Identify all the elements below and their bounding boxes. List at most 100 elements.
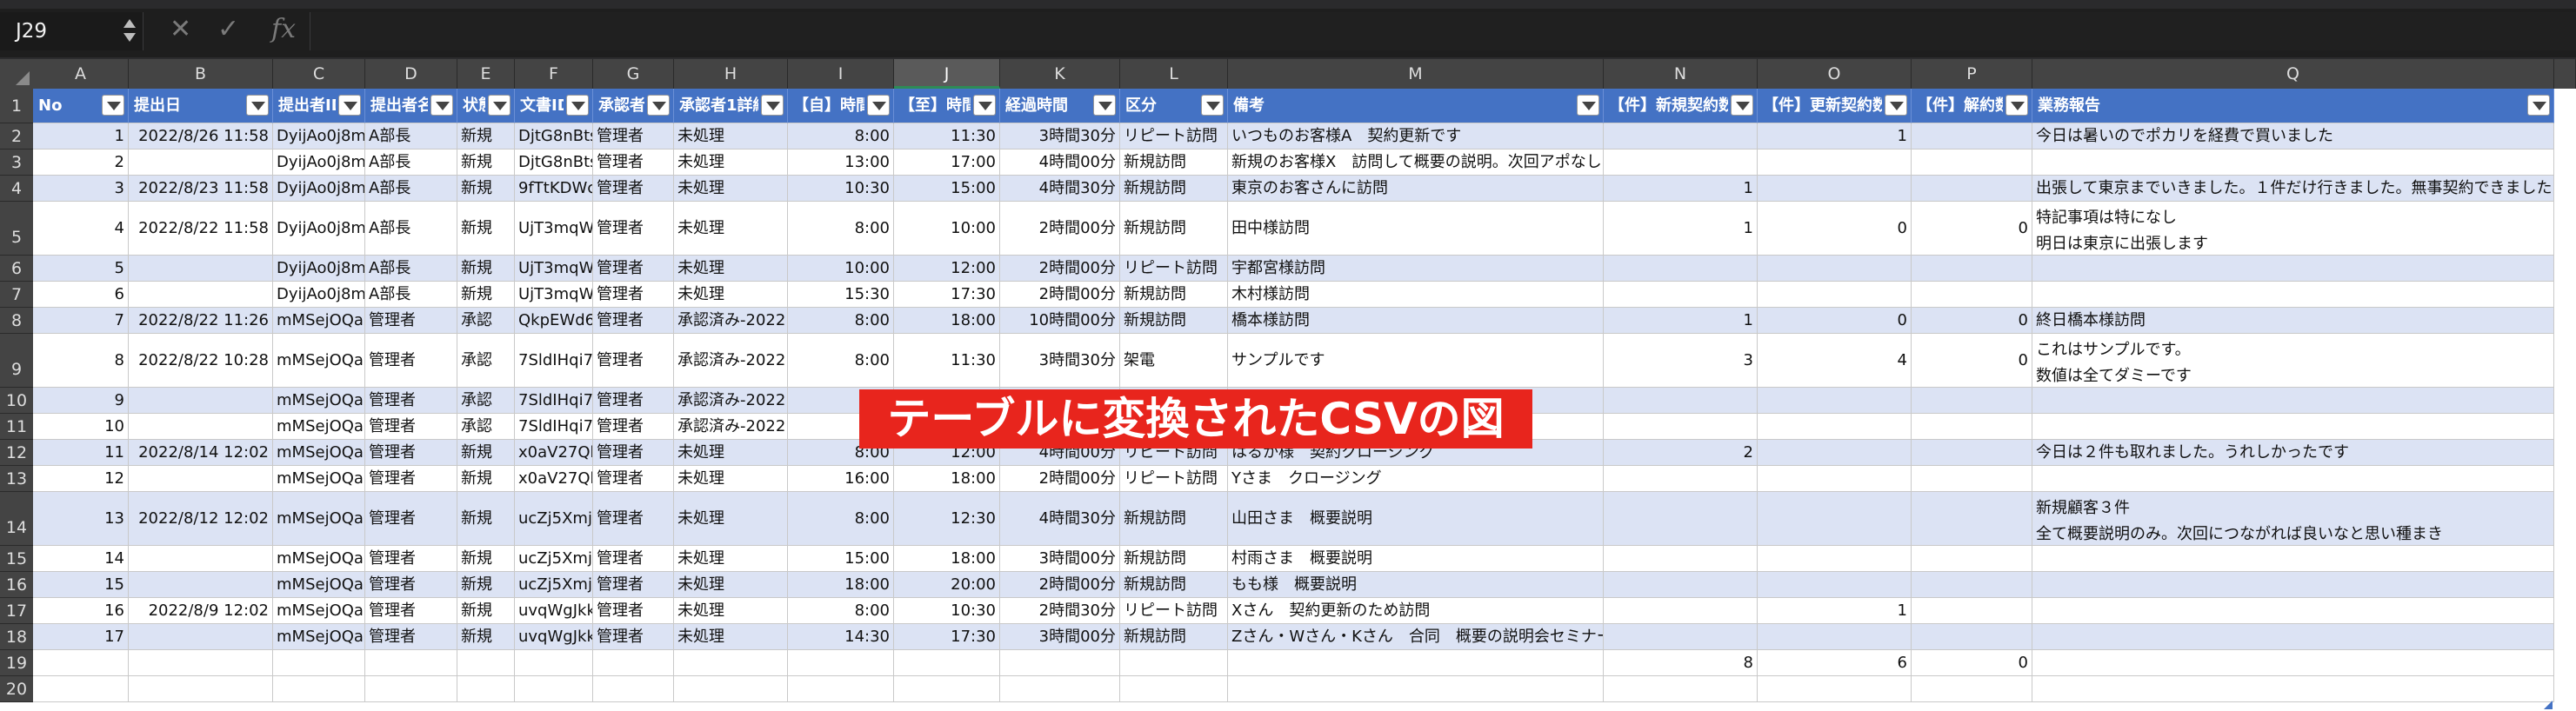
- total-cell[interactable]: [593, 650, 674, 676]
- table-cell[interactable]: UjT3mqW: [515, 256, 593, 282]
- table-cell[interactable]: 9fTtKDWc: [515, 176, 593, 202]
- table-cell[interactable]: 管理者: [593, 202, 674, 256]
- table-cell[interactable]: DyijAo0j8mI: [273, 123, 365, 150]
- table-cell[interactable]: 管理者: [593, 440, 674, 466]
- table-cell[interactable]: [129, 572, 273, 598]
- table-cell[interactable]: 4: [33, 202, 129, 256]
- total-cell[interactable]: [273, 650, 365, 676]
- table-cell[interactable]: 管理者: [365, 492, 457, 546]
- table-cell[interactable]: 承認済み-2022.: [674, 388, 788, 414]
- table-cell[interactable]: 1: [1758, 598, 1912, 624]
- table-cell[interactable]: 未処理: [674, 492, 788, 546]
- table-cell[interactable]: 管理者: [365, 334, 457, 388]
- table-cell[interactable]: [1912, 123, 2032, 150]
- row-header-6[interactable]: 6: [0, 256, 33, 282]
- table-header-cell[interactable]: No: [33, 89, 129, 123]
- table-cell[interactable]: 未処理: [674, 282, 788, 308]
- table-cell[interactable]: 18:00: [894, 546, 1000, 572]
- empty-cell[interactable]: [273, 676, 365, 702]
- row-header-2[interactable]: 2: [0, 123, 33, 150]
- table-cell[interactable]: 17: [33, 624, 129, 650]
- table-header-cell[interactable]: 区分: [1120, 89, 1228, 123]
- table-cell[interactable]: 新規訪問: [1120, 492, 1228, 546]
- table-cell[interactable]: 11:30: [894, 123, 1000, 150]
- table-cell[interactable]: 管理者: [593, 492, 674, 546]
- table-header-cell[interactable]: 文書ID: [515, 89, 593, 123]
- table-cell[interactable]: リピート訪問: [1120, 256, 1228, 282]
- filter-dropdown-icon[interactable]: [246, 95, 269, 116]
- table-cell[interactable]: A部長: [365, 176, 457, 202]
- table-cell[interactable]: [1758, 282, 1912, 308]
- table-cell[interactable]: [129, 466, 273, 492]
- spreadsheet-grid[interactable]: A B C D E F G H I J K L M N O P Q 1 2 3 4 5 6 7 8 9 10 11 12 13 14 15 16…: [0, 59, 2576, 711]
- table-cell[interactable]: 2022/8/23 11:58: [129, 176, 273, 202]
- column-header-P[interactable]: P: [1912, 59, 2032, 89]
- select-all-corner[interactable]: [0, 59, 33, 89]
- table-header-cell[interactable]: 【件】新規契約数: [1604, 89, 1758, 123]
- table-cell[interactable]: A部長: [365, 123, 457, 150]
- table-cell[interactable]: 11:30: [894, 334, 1000, 388]
- table-cell[interactable]: 8:00: [788, 598, 894, 624]
- table-cell[interactable]: 2: [33, 150, 129, 176]
- row-header-9[interactable]: 9: [0, 334, 33, 388]
- table-header-cell[interactable]: 備考: [1228, 89, 1604, 123]
- total-cell[interactable]: [894, 650, 1000, 676]
- table-cell[interactable]: 17:00: [894, 150, 1000, 176]
- table-cell[interactable]: 2: [1604, 440, 1758, 466]
- table-cell[interactable]: 7SldIHqi7: [515, 388, 593, 414]
- table-cell[interactable]: 新規: [457, 202, 515, 256]
- column-header-E[interactable]: E: [457, 59, 515, 89]
- table-cell[interactable]: [1912, 492, 2032, 546]
- table-cell[interactable]: 承認済み-2022.: [674, 308, 788, 334]
- table-cell[interactable]: [2032, 256, 2554, 282]
- table-cell[interactable]: 1: [1604, 176, 1758, 202]
- table-cell[interactable]: 17:30: [894, 282, 1000, 308]
- table-cell[interactable]: [1604, 388, 1758, 414]
- table-cell[interactable]: 管理者: [593, 176, 674, 202]
- table-cell[interactable]: 新規: [457, 176, 515, 202]
- empty-cell[interactable]: [365, 676, 457, 702]
- table-cell[interactable]: 新規顧客３件 全て概要説明のみ。次回につながれば良いなと思い種まき: [2032, 492, 2554, 546]
- table-cell[interactable]: 2時間00分: [1000, 282, 1120, 308]
- table-cell[interactable]: 12: [33, 466, 129, 492]
- table-cell[interactable]: 管理者: [593, 150, 674, 176]
- table-cell[interactable]: DyijAo0j8mI: [273, 202, 365, 256]
- table-cell[interactable]: 8:00: [788, 308, 894, 334]
- filter-dropdown-icon[interactable]: [761, 95, 784, 116]
- total-cell[interactable]: [1120, 650, 1228, 676]
- filter-dropdown-icon[interactable]: [338, 95, 361, 116]
- table-cell[interactable]: 新規: [457, 572, 515, 598]
- table-cell[interactable]: 10:00: [788, 256, 894, 282]
- table-cell[interactable]: DyijAo0j8mI: [273, 176, 365, 202]
- row-header-13[interactable]: 13: [0, 466, 33, 492]
- empty-cell[interactable]: [593, 676, 674, 702]
- empty-cell[interactable]: [129, 676, 273, 702]
- filter-dropdown-icon[interactable]: [867, 95, 890, 116]
- table-cell[interactable]: mMSejOQa: [273, 598, 365, 624]
- table-cell[interactable]: 2時間00分: [1000, 202, 1120, 256]
- table-cell[interactable]: 出張して東京までいきました。１件だけ行きました。無事契約できました: [2032, 176, 2554, 202]
- empty-cell[interactable]: [1604, 676, 1758, 702]
- table-cell[interactable]: 4: [1758, 334, 1912, 388]
- table-cell[interactable]: 未処理: [674, 176, 788, 202]
- table-cell[interactable]: 1: [1604, 202, 1758, 256]
- table-cell[interactable]: 15:00: [788, 546, 894, 572]
- table-cell[interactable]: 橋本様訪問: [1228, 308, 1604, 334]
- filter-dropdown-icon[interactable]: [1577, 95, 1599, 116]
- table-cell[interactable]: DyijAo0j8mI: [273, 282, 365, 308]
- table-cell[interactable]: 承認済み-2022.: [674, 334, 788, 388]
- column-header-K[interactable]: K: [1000, 59, 1120, 89]
- table-cell[interactable]: 13:00: [788, 150, 894, 176]
- row-header-8[interactable]: 8: [0, 308, 33, 334]
- table-cell[interactable]: [1912, 624, 2032, 650]
- table-cell[interactable]: 8:00: [788, 123, 894, 150]
- table-cell[interactable]: [1758, 414, 1912, 440]
- table-cell[interactable]: 2022/8/14 12:02: [129, 440, 273, 466]
- row-header-11[interactable]: 11: [0, 414, 33, 440]
- table-cell[interactable]: 15: [33, 572, 129, 598]
- table-cell[interactable]: 7SldIHqi7: [515, 334, 593, 388]
- table-cell[interactable]: 未処理: [674, 440, 788, 466]
- table-cell[interactable]: 管理者: [365, 308, 457, 334]
- table-header-cell[interactable]: 【自】時間: [788, 89, 894, 123]
- table-cell[interactable]: 管理者: [365, 546, 457, 572]
